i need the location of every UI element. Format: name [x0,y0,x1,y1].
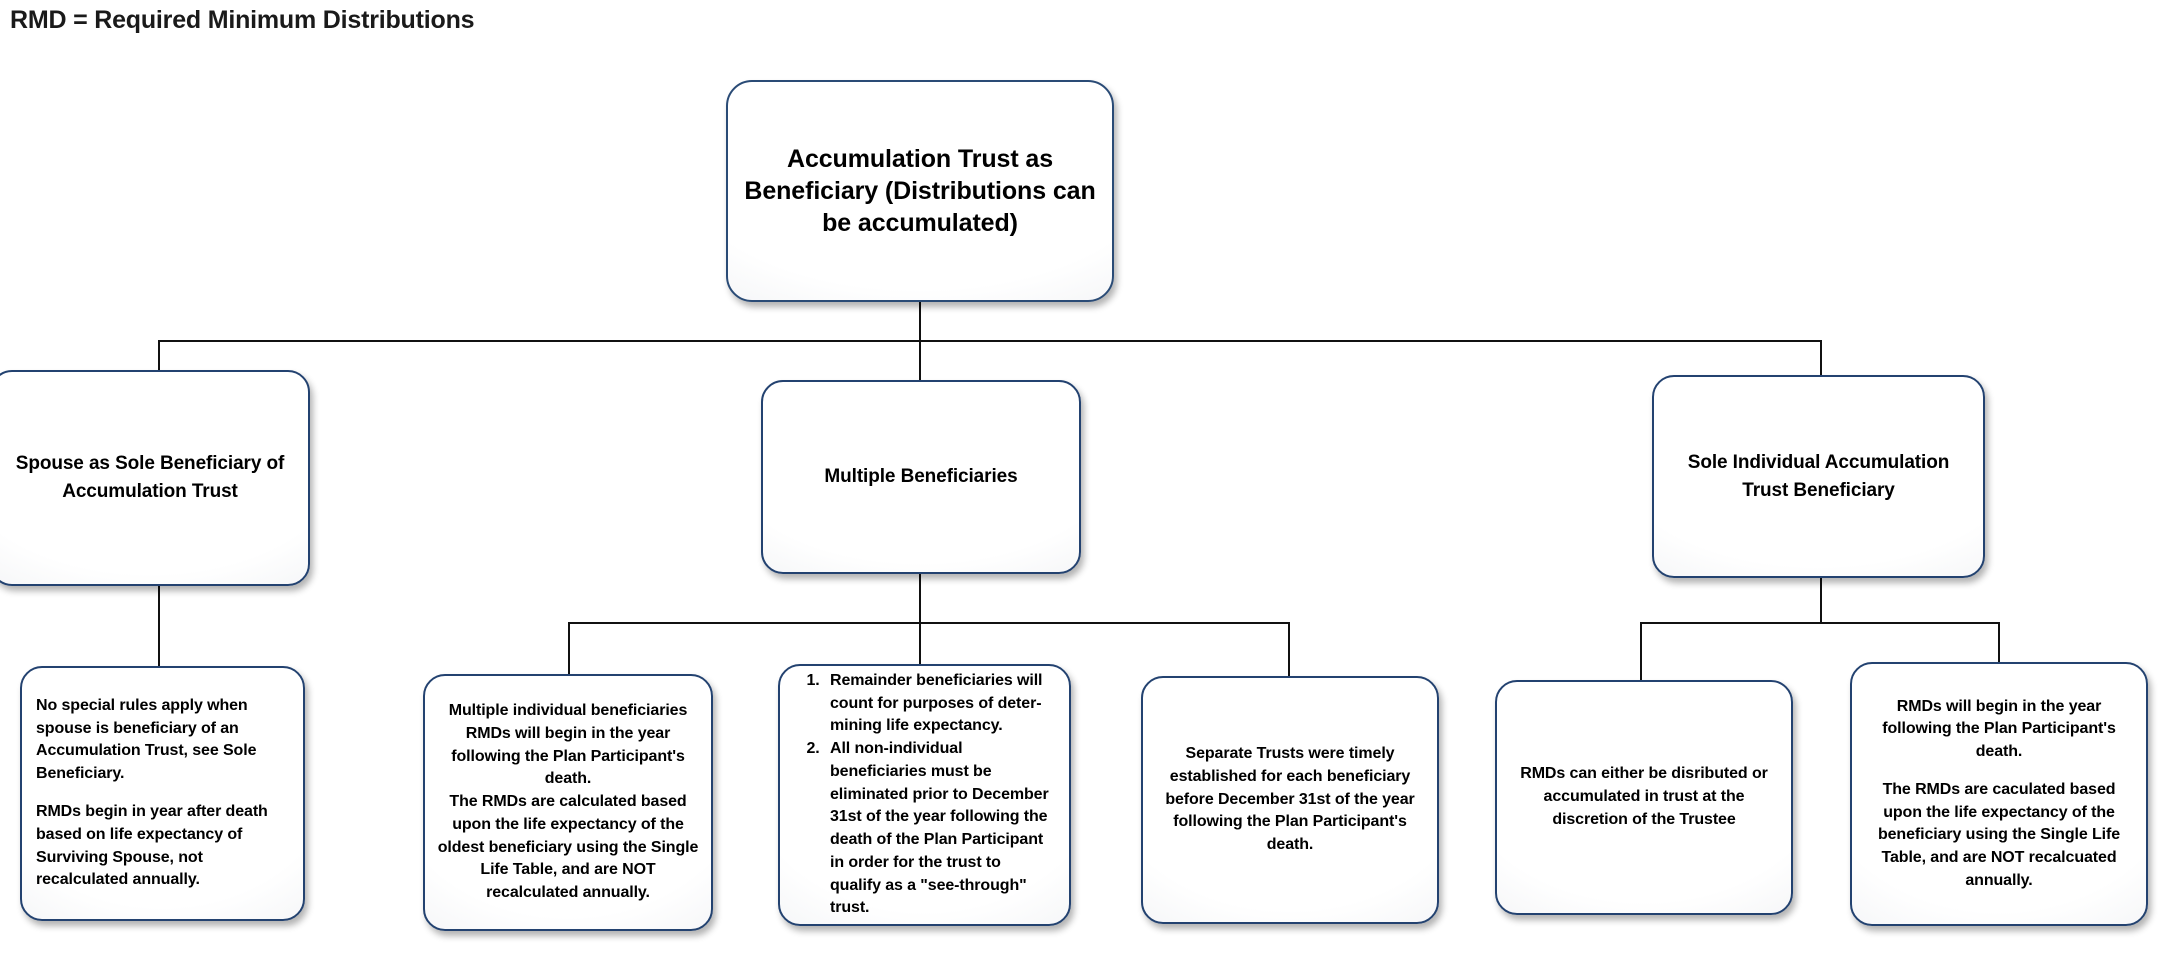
node-leaf-spouse-rules[interactable]: No special rules apply when spouse is be… [20,666,305,921]
node-leaf-sole-beneficiary-rmds-para1: RMDs will begin in the year following th… [1882,697,2116,760]
connector-right-stem [1820,578,1822,624]
connector-middle-bus [568,622,1290,624]
connector-level1-bus [158,340,1822,342]
node-leaf-separate-trusts-body: Separate Trusts were timely established … [1143,743,1437,857]
node-sole-individual-accumulation-trust-beneficiary-label: Sole Individual Accumulation Trust Benef… [1687,451,1950,501]
page-title: RMD = Required Minimum Distributions [10,6,475,34]
node-leaf-remainder-beneficiary-rules-list: Remainder beneficiaries will count for p… [794,670,1055,920]
node-leaf-multiple-individual-rmds[interactable]: Multiple individual beneficiaries RMDs w… [423,674,713,931]
connector-middle-stem [919,574,921,624]
node-leaf-separate-trusts-para1: Separate Trusts were timely established … [1165,745,1415,854]
node-root-accumulation-trust[interactable]: Accumulation Trust as Beneficiary (Distr… [726,80,1114,302]
node-root-label: Accumulation Trust as Beneficiary (Distr… [744,145,1096,237]
node-spouse-sole-beneficiary-label: Spouse as Sole Beneficiary of Accumulati… [15,453,285,502]
connector-right-to-child1 [1640,622,1642,680]
node-leaf-trustee-discretion[interactable]: RMDs can either be disributed or accumul… [1495,680,1793,915]
node-multiple-beneficiaries-label: Multiple Beneficiaries [824,466,1018,488]
node-leaf-multiple-individual-rmds-para1: Multiple individual beneficiaries RMDs w… [448,702,688,788]
list-item: Remainder beneficiaries will count for p… [824,670,1055,738]
node-leaf-sole-beneficiary-rmds-para2: The RMDs are caculated based upon the li… [1877,780,2121,889]
node-multiple-beneficiaries[interactable]: Multiple Beneficiaries [761,380,1081,574]
node-sole-individual-accumulation-trust-beneficiary[interactable]: Sole Individual Accumulation Trust Benef… [1652,375,1985,578]
node-leaf-sole-beneficiary-rmds-body: RMDs will begin in the year following th… [1852,696,2146,893]
node-leaf-spouse-rules-para2: RMDs begin in year after death based on … [36,803,268,889]
node-leaf-trustee-discretion-body: RMDs can either be disributed or accumul… [1497,763,1791,831]
connector-to-left-branch [158,340,160,370]
connector-to-middle-branch [919,340,921,380]
connector-to-right-branch [1820,340,1822,375]
list-item: All non-individual beneficiaries must be… [824,738,1055,920]
connector-middle-to-child1 [568,622,570,674]
node-leaf-multiple-individual-rmds-para2: The RMDs are calculated based upon the l… [437,793,699,902]
connector-root-stem [919,302,921,342]
node-leaf-spouse-rules-body: No special rules apply when spouse is be… [22,695,303,892]
node-leaf-spouse-rules-para1: No special rules apply when spouse is be… [36,697,257,783]
connector-right-bus [1640,622,2000,624]
connector-right-to-child2 [1998,622,2000,662]
connector-left-to-leaf [158,586,160,666]
node-leaf-separate-trusts[interactable]: Separate Trusts were timely established … [1141,676,1439,924]
node-leaf-remainder-beneficiary-rules[interactable]: Remainder beneficiaries will count for p… [778,664,1071,926]
node-leaf-sole-beneficiary-rmds[interactable]: RMDs will begin in the year following th… [1850,662,2148,926]
connector-middle-to-child3 [1288,622,1290,676]
connector-middle-to-child2 [919,622,921,664]
node-leaf-remainder-beneficiary-rules-body: Remainder beneficiaries will count for p… [780,670,1069,920]
node-spouse-sole-beneficiary[interactable]: Spouse as Sole Beneficiary of Accumulati… [0,370,310,586]
flowchart-canvas: RMD = Required Minimum Distributions Acc… [0,0,2161,975]
node-leaf-multiple-individual-rmds-body: Multiple individual beneficiaries RMDs w… [425,700,711,904]
node-leaf-trustee-discretion-para1: RMDs can either be disributed or accumul… [1520,765,1768,828]
